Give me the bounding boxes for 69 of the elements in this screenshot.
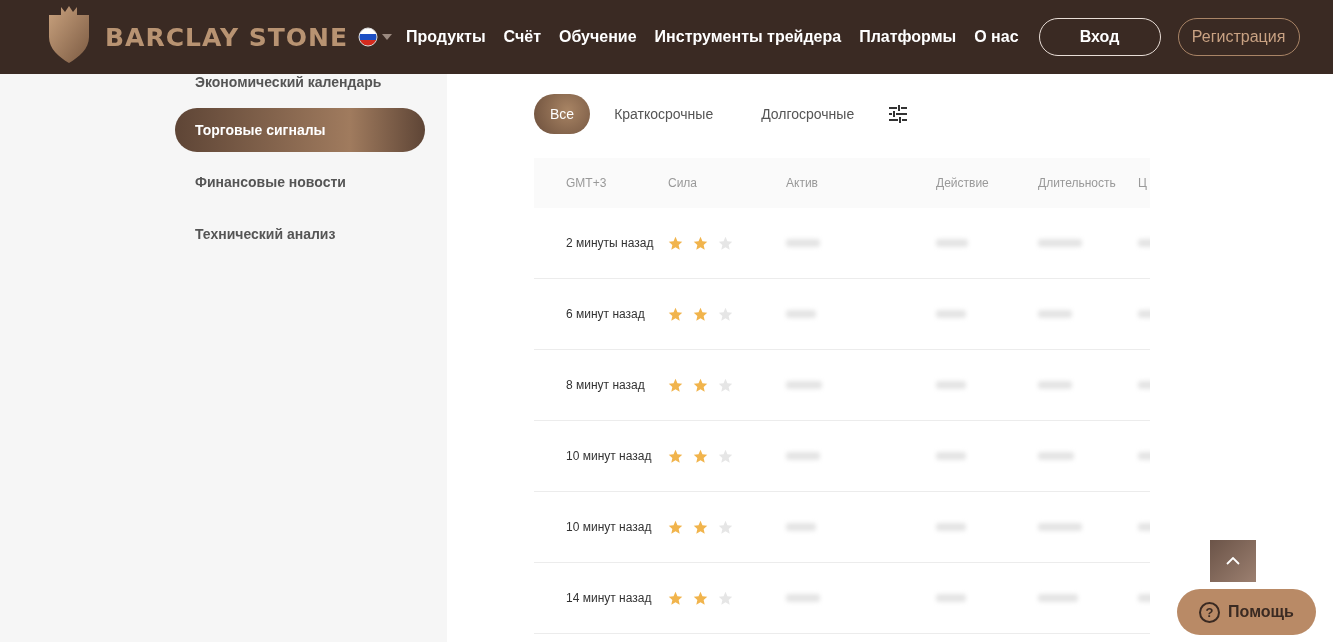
nav-link[interactable]: О нас xyxy=(974,28,1019,46)
star-icon xyxy=(693,377,708,393)
caret-icon[interactable] xyxy=(382,34,392,40)
blurred-text xyxy=(936,523,966,531)
blurred-text xyxy=(1038,239,1082,247)
filter-sliders-icon[interactable] xyxy=(888,104,909,124)
star-icon xyxy=(718,590,733,606)
flag-icon[interactable] xyxy=(358,27,378,47)
blurred-text xyxy=(1038,310,1072,318)
table-cell-text: 2 минуты назад xyxy=(565,236,655,250)
table-cell-text: 14 минут назад xyxy=(565,591,653,605)
star-icon xyxy=(693,519,708,535)
filter-tab[interactable]: Краткосрочные xyxy=(590,94,738,134)
blurred-text xyxy=(786,310,816,318)
column-header: Ц xyxy=(1138,176,1148,190)
sidebar-item[interactable]: Технический анализ xyxy=(175,212,425,256)
star-icon xyxy=(668,306,683,322)
blurred-text xyxy=(786,523,816,531)
star-icon xyxy=(718,235,733,251)
nav-link[interactable]: Платформы xyxy=(859,28,957,46)
blurred-text xyxy=(1038,381,1072,389)
column-header: Действие xyxy=(936,176,990,190)
logo-text[interactable]: BARCLAY STONE xyxy=(105,22,348,52)
column-header: Длительность xyxy=(1038,176,1117,190)
star-icon xyxy=(693,448,708,464)
help-button[interactable]: ? Помощь xyxy=(1177,589,1316,635)
star-icon xyxy=(718,377,733,393)
star-icon xyxy=(718,519,733,535)
star-icon xyxy=(668,448,683,464)
nav-link[interactable]: Продукты xyxy=(406,28,486,46)
star-icon xyxy=(693,235,708,251)
column-header: Актив xyxy=(786,176,819,190)
blurred-text xyxy=(936,381,966,389)
nav-link[interactable]: Инструменты трейдера xyxy=(654,28,842,46)
star-icon xyxy=(668,590,683,606)
star-icon xyxy=(693,306,708,322)
blurred-text xyxy=(1038,594,1078,602)
chevron-up-icon xyxy=(1226,557,1240,565)
star-icon xyxy=(718,448,733,464)
nav-link[interactable]: Счёт xyxy=(503,28,541,46)
blurred-text xyxy=(936,310,966,318)
blurred-text xyxy=(936,452,966,460)
star-icon xyxy=(668,235,683,251)
blurred-text xyxy=(786,239,820,247)
question-icon: ? xyxy=(1199,601,1221,623)
table-cell-text: 6 минут назад xyxy=(565,307,646,321)
table-cell-text: 10 минут назад xyxy=(565,449,653,463)
star-icon xyxy=(718,306,733,322)
sidebar-item[interactable]: Финансовые новости xyxy=(175,160,425,204)
blurred-text xyxy=(786,452,820,460)
blurred-text xyxy=(936,594,966,602)
filter-tab[interactable]: Долгосрочные xyxy=(737,94,879,134)
star-icon xyxy=(668,519,683,535)
sidebar-item[interactable]: Торговые сигналы xyxy=(175,108,425,152)
blurred-text xyxy=(786,594,820,602)
filter-tab[interactable]: Все xyxy=(534,94,591,134)
sidebar-item[interactable]: Экономический календарь xyxy=(175,74,425,100)
lion-shield-logo-icon[interactable] xyxy=(47,5,91,63)
table-cell-text: 10 минут назад xyxy=(565,520,653,534)
star-icon xyxy=(693,590,708,606)
blurred-text xyxy=(1038,452,1074,460)
blurred-text xyxy=(1038,523,1082,531)
table-cell-text: 8 минут назад xyxy=(565,378,646,392)
nav-link[interactable]: Обучение xyxy=(559,28,637,46)
blurred-text xyxy=(786,381,822,389)
column-header: GMT+3 xyxy=(565,176,608,190)
blurred-text xyxy=(936,239,968,247)
star-icon xyxy=(668,377,683,393)
column-header: Сила xyxy=(668,176,699,190)
